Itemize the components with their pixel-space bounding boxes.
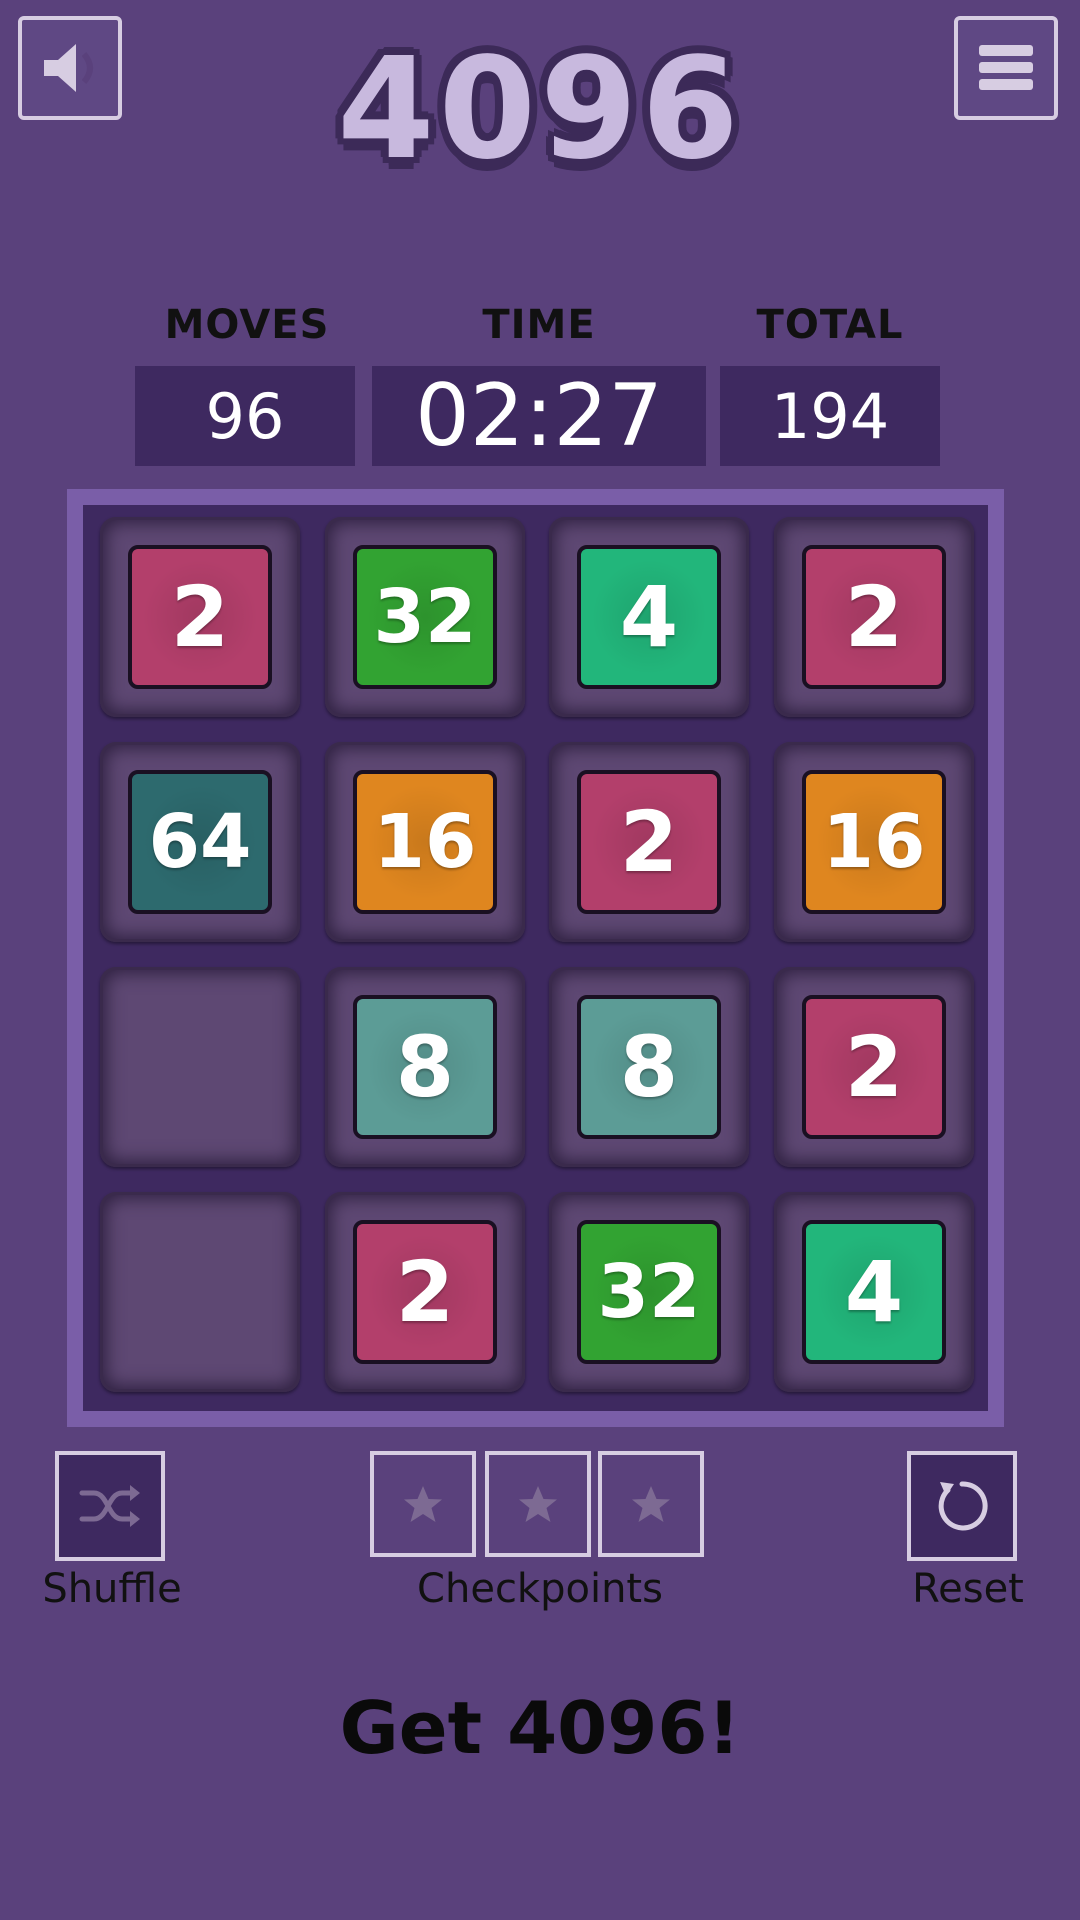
goal-text: Get 4096!: [339, 1686, 741, 1770]
time-value: 02:27: [372, 366, 706, 466]
board-cell: 4: [549, 517, 749, 717]
board-cell: 2: [774, 517, 974, 717]
total-label: TOTAL: [756, 302, 904, 348]
number-tile[interactable]: 4: [802, 1220, 946, 1364]
number-tile[interactable]: 16: [353, 770, 497, 914]
board-cell: 2: [100, 517, 300, 717]
shuffle-button[interactable]: [55, 1451, 165, 1561]
number-tile[interactable]: 32: [577, 1220, 721, 1364]
board-cell: 2: [549, 742, 749, 942]
number-tile[interactable]: 32: [353, 545, 497, 689]
checkpoint-slot-3[interactable]: [598, 1451, 704, 1557]
number-tile[interactable]: 2: [802, 545, 946, 689]
board-cell: 4: [774, 1192, 974, 1392]
board-cell: 32: [549, 1192, 749, 1392]
board-cell: 2: [774, 967, 974, 1167]
reset-icon: [938, 1481, 988, 1531]
board-cell: 2: [325, 1192, 525, 1392]
board-cell: 16: [325, 742, 525, 942]
checkpoint-slot-2[interactable]: [485, 1451, 591, 1557]
total-value: 194: [720, 366, 940, 466]
board-cell: 8: [325, 967, 525, 1167]
game-title: 4096: [337, 28, 743, 191]
number-tile[interactable]: 2: [577, 770, 721, 914]
checkpoints-label: Checkpoints: [417, 1566, 663, 1612]
game-board[interactable]: 2 32 4 2 64 16 2 16 8 8 2 2 32 4: [83, 505, 988, 1411]
checkpoint-slot-1[interactable]: [370, 1451, 476, 1557]
moves-label: MOVES: [164, 302, 330, 348]
number-tile[interactable]: 8: [353, 995, 497, 1139]
number-tile[interactable]: 2: [353, 1220, 497, 1364]
time-label: TIME: [482, 302, 596, 348]
shuffle-label: Shuffle: [42, 1566, 182, 1612]
star-icon: [632, 1486, 670, 1522]
board-cell: 16: [774, 742, 974, 942]
board-cell: 8: [549, 967, 749, 1167]
reset-label: Reset: [912, 1566, 1024, 1612]
number-tile[interactable]: 4: [577, 545, 721, 689]
number-tile[interactable]: 64: [128, 770, 272, 914]
board-cell: 32: [325, 517, 525, 717]
checkpoints-group: [370, 1451, 706, 1561]
number-tile[interactable]: 2: [802, 995, 946, 1139]
board-cell: 64: [100, 742, 300, 942]
number-tile[interactable]: 8: [577, 995, 721, 1139]
number-tile[interactable]: 2: [128, 545, 272, 689]
board-cell: [100, 967, 300, 1167]
board-cell: [100, 1192, 300, 1392]
star-icon: [519, 1486, 557, 1522]
moves-value: 96: [135, 366, 355, 466]
shuffle-icon: [79, 1485, 140, 1527]
number-tile[interactable]: 16: [802, 770, 946, 914]
reset-button[interactable]: [907, 1451, 1017, 1561]
star-icon: [404, 1486, 442, 1522]
